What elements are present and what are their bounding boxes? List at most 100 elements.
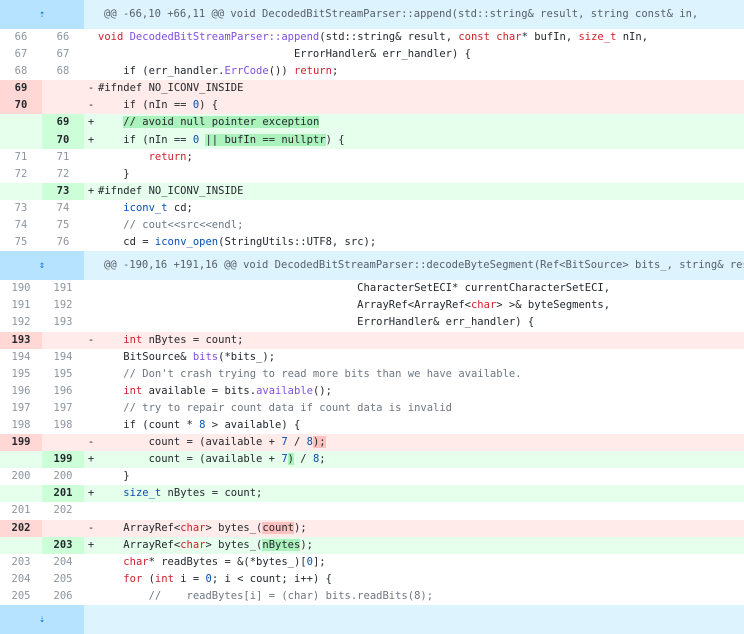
- code-token: char: [180, 538, 206, 551]
- code-token: int: [123, 333, 143, 346]
- old-line-number[interactable]: 66: [0, 29, 42, 47]
- diff-line: 205 206 // readBytes[i] = (char) bits.re…: [0, 587, 744, 605]
- diff-marker: [84, 149, 98, 166]
- old-line-number[interactable]: 193: [0, 331, 42, 349]
- old-line-number[interactable]: 203: [0, 553, 42, 571]
- diff-line: 196 196 int available = bits.available()…: [0, 382, 744, 400]
- new-line-number[interactable]: 76: [42, 234, 84, 252]
- code-token: (StringUtils::UTF8, src);: [218, 236, 377, 249]
- old-line-number[interactable]: 72: [0, 165, 42, 183]
- new-line-number[interactable]: 73: [42, 182, 84, 200]
- code-line: return;: [98, 149, 744, 166]
- new-line-number: [42, 331, 84, 349]
- code-line: for (int i = 0; i < count; i++) {: [98, 571, 744, 588]
- old-line-number[interactable]: 67: [0, 46, 42, 64]
- expand-down-button[interactable]: ⇣: [0, 605, 84, 634]
- diff-line: 197 197 // try to repair count data if c…: [0, 399, 744, 417]
- old-line-number[interactable]: 199: [0, 434, 42, 452]
- old-line-number[interactable]: 201: [0, 502, 42, 520]
- code-token: /: [293, 453, 313, 466]
- code-token: const char: [458, 31, 522, 43]
- code-token: available: [256, 384, 313, 397]
- diff-marker: [84, 554, 98, 571]
- diff-line-added: 70 + if (nIn == 0 || bufIn == nullptr) {: [0, 131, 744, 149]
- old-line-number[interactable]: 196: [0, 382, 42, 400]
- diff-line-deleted: 199 - count = (available + 7 / 8);: [0, 434, 744, 452]
- code-token: nIn,: [616, 31, 649, 43]
- new-line-number[interactable]: 67: [42, 46, 84, 64]
- diff-marker: +: [87, 487, 95, 500]
- old-line-number[interactable]: 74: [0, 217, 42, 235]
- diff-marker: [84, 468, 98, 485]
- code-line: if (err_handler.ErrCode()) return;: [98, 63, 744, 80]
- new-line-number[interactable]: 206: [42, 587, 84, 605]
- new-line-number[interactable]: 68: [42, 63, 84, 81]
- code-line: // avoid null pointer exception: [98, 114, 744, 131]
- diff-line: 203 204 char* readBytes = &(*bytes_)[0];: [0, 553, 744, 571]
- old-line-number[interactable]: 69: [0, 80, 42, 98]
- code-line: char* readBytes = &(*bytes_)[0];: [98, 554, 744, 571]
- new-line-number[interactable]: 196: [42, 382, 84, 400]
- new-line-number[interactable]: 191: [42, 280, 84, 298]
- new-line-number[interactable]: 70: [42, 131, 84, 149]
- code-line: if (nIn == 0 || bufIn == nullptr) {: [98, 132, 744, 149]
- diff-line: 195 195 // Don't crash trying to read mo…: [0, 365, 744, 383]
- new-line-number[interactable]: 75: [42, 217, 84, 235]
- new-line-number[interactable]: 205: [42, 570, 84, 588]
- new-line-number[interactable]: 74: [42, 199, 84, 218]
- new-line-number[interactable]: 203: [42, 536, 84, 554]
- old-line-number[interactable]: 191: [0, 297, 42, 315]
- old-line-number[interactable]: 75: [0, 234, 42, 252]
- new-line-number: [42, 519, 84, 537]
- new-line-number[interactable]: 199: [42, 451, 84, 469]
- code-token: if (nIn ==: [98, 133, 193, 146]
- old-line-number[interactable]: 205: [0, 587, 42, 605]
- new-line-number[interactable]: 195: [42, 365, 84, 383]
- new-line-number[interactable]: 193: [42, 314, 84, 332]
- code-token: count = (available +: [98, 436, 282, 449]
- new-line-number[interactable]: 66: [42, 29, 84, 47]
- code-token: ;: [186, 150, 193, 163]
- old-line-number[interactable]: 68: [0, 63, 42, 81]
- new-line-number[interactable]: 192: [42, 297, 84, 315]
- hunk-header-text: @@ -190,16 +191,16 @@ void DecodedBitStr…: [104, 259, 744, 272]
- new-line-number[interactable]: 204: [42, 553, 84, 571]
- new-line-number[interactable]: 72: [42, 165, 84, 183]
- new-line-number[interactable]: 198: [42, 416, 84, 435]
- code-token: (std::string& result,: [319, 31, 459, 43]
- old-line-number[interactable]: 204: [0, 570, 42, 588]
- old-line-number[interactable]: 73: [0, 199, 42, 218]
- new-line-number[interactable]: 202: [42, 502, 84, 520]
- old-line-number[interactable]: 197: [0, 399, 42, 417]
- old-line-number[interactable]: 192: [0, 314, 42, 332]
- new-line-number[interactable]: 69: [42, 114, 84, 132]
- old-line-number[interactable]: 200: [0, 468, 42, 486]
- expand-up-button[interactable]: ⇡: [0, 0, 84, 29]
- new-line-number[interactable]: 201: [42, 485, 84, 503]
- diff-line-deleted: 202 - ArrayRef<char> bytes_(count);: [0, 519, 744, 537]
- new-line-number[interactable]: 194: [42, 348, 84, 366]
- old-line-number[interactable]: 195: [0, 365, 42, 383]
- diff-marker: -: [87, 521, 95, 534]
- old-line-number[interactable]: 198: [0, 416, 42, 435]
- code-token: (: [142, 572, 155, 585]
- expand-both-button[interactable]: ⇕: [0, 251, 84, 281]
- code-token: cd =: [98, 236, 155, 249]
- diff-marker: +: [87, 133, 95, 146]
- new-line-number[interactable]: 200: [42, 468, 84, 486]
- old-line-number[interactable]: 71: [0, 148, 42, 166]
- old-line-number[interactable]: 70: [0, 97, 42, 115]
- old-line-number[interactable]: 190: [0, 280, 42, 298]
- diff-line: 68 68 if (err_handler.ErrCode()) return;: [0, 63, 744, 81]
- new-line-number[interactable]: 71: [42, 148, 84, 166]
- old-line-number[interactable]: 194: [0, 348, 42, 366]
- new-line-number[interactable]: 197: [42, 399, 84, 417]
- code-token: );: [294, 521, 307, 534]
- old-line-number[interactable]: 202: [0, 519, 42, 537]
- code-token: 7: [281, 453, 288, 466]
- expand-up-icon: ⇡: [38, 9, 46, 20]
